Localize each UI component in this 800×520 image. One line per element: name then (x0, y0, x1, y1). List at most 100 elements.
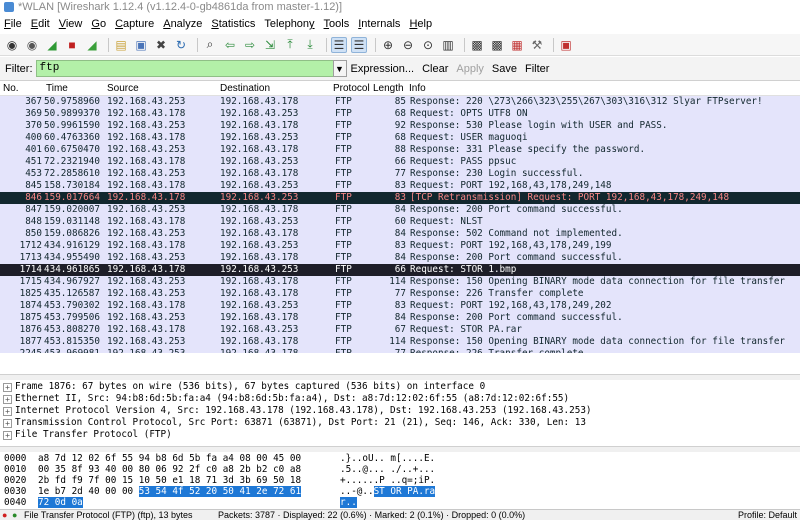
packet-row[interactable]: 845 158.730184 192.168.43.178 192.168.43.25… (0, 180, 800, 192)
menu-item-analyze[interactable]: Analyze (163, 18, 202, 30)
menu-item-internals[interactable]: Internals (358, 18, 400, 30)
status-profile[interactable]: Profile: Default (738, 510, 797, 520)
menu-item-edit[interactable]: Edit (31, 18, 50, 30)
resize-columns-button[interactable]: ▥ (440, 37, 456, 53)
packet-row[interactable]: 847 159.020007 192.168.43.253 192.168.43.17… (0, 204, 800, 216)
display-filters-button[interactable]: ▩ (489, 37, 505, 53)
filter-link-clear[interactable]: Clear (422, 63, 448, 75)
packet-list[interactable]: 367 50.9758960 192.168.43.253 192.168.43.17… (0, 96, 800, 353)
toolbar-separator (464, 37, 465, 52)
packet-row[interactable]: 1874 453.790302 192.168.43.178 192.168.43.2… (0, 300, 800, 312)
detail-tree-row[interactable]: + Internet Protocol Version 4, Src: 192.1… (0, 405, 800, 417)
packet-row[interactable]: 367 50.9758960 192.168.43.253 192.168.43.17… (0, 96, 800, 108)
expert-info-icon[interactable]: ● (2, 510, 7, 520)
packet-row[interactable]: 1825 435.126587 192.168.43.253 192.168.43.1… (0, 288, 800, 300)
packet-row[interactable]: 2245453.969981 192.168.43.253 192.168.43.1… (0, 348, 800, 353)
save-file-button[interactable]: ▣ (133, 37, 149, 53)
packet-cell-dst: 192.168.43.178 (220, 348, 298, 353)
go-to-packet-button[interactable]: ⇲ (262, 37, 278, 53)
start-capture-button[interactable]: ◢ (44, 37, 60, 53)
packet-row[interactable]: 1875 453.799506 192.168.43.253 192.168.43.1… (0, 312, 800, 324)
column-header-time[interactable]: Time (46, 83, 68, 94)
menu-item-statistics[interactable]: Statistics (211, 18, 255, 30)
column-header-length[interactable]: Length (373, 83, 404, 94)
coloring-rules-button[interactable]: ▦ (509, 37, 525, 53)
packet-row[interactable]: 370 50.9961590 192.168.43.253 192.168.43.17… (0, 120, 800, 132)
go-first-button[interactable]: ⤒ (282, 37, 298, 53)
open-file-button[interactable]: ▤ (113, 37, 129, 53)
autoscroll-button[interactable]: ☰ (351, 36, 367, 53)
packet-row[interactable]: 453 72.2858610 192.168.43.253 192.168.43.17… (0, 168, 800, 180)
ascii-bytes: .5..@... ./..+... (340, 464, 436, 475)
filter-link-filter[interactable]: Filter (525, 63, 549, 75)
packet-cell-no: 367 (25, 96, 42, 107)
expand-plus-icon[interactable]: + (3, 383, 12, 392)
zoom-out-button[interactable]: ⊖ (400, 37, 416, 53)
packet-row[interactable]: 1715 434.967927 192.168.43.253 192.168.43.1… (0, 276, 800, 288)
menu-item-help[interactable]: Help (409, 18, 432, 30)
colorize-button[interactable]: ☰ (331, 36, 347, 53)
ascii-bytes: +......P ..q=;iP. (340, 475, 436, 486)
filter-link-expression[interactable]: Expression... (351, 63, 415, 75)
interfaces-button[interactable]: ◉ (4, 37, 20, 53)
capture-comment-icon[interactable]: ● (12, 510, 17, 520)
go-back-button[interactable]: ⇦ (222, 37, 238, 53)
menu-item-tools[interactable]: Tools (324, 18, 350, 30)
packet-row[interactable]: 1877 453.815350 192.168.43.253 192.168.43.1… (0, 336, 800, 348)
capture-filters-button[interactable]: ▩ (469, 37, 485, 53)
close-file-button[interactable]: ✖ (153, 37, 169, 53)
menu-item-capture[interactable]: Capture (115, 18, 154, 30)
packet-row[interactable]: 1713 434.955490 192.168.43.253 192.168.43.1… (0, 252, 800, 264)
help-button[interactable]: ▣ (558, 37, 574, 53)
packet-row[interactable]: 1714 434.961865 192.168.43.178 192.168.43.2… (0, 264, 800, 276)
column-header-protocol[interactable]: Protocol (333, 83, 370, 94)
column-header-info[interactable]: Info (409, 83, 426, 94)
go-forward-button[interactable]: ⇨ (242, 37, 258, 53)
stop-capture-button[interactable]: ■ (64, 37, 80, 53)
options-button[interactable]: ◉ (24, 37, 40, 53)
packet-row[interactable]: 369 50.9899370 192.168.43.178 192.168.43.25… (0, 108, 800, 120)
packet-cell-src: 192.168.43.178 (107, 300, 186, 311)
column-header-destination[interactable]: Destination (220, 83, 270, 94)
packet-row[interactable]: 451 72.2321940 192.168.43.178 192.168.43.25… (0, 156, 800, 168)
packet-row[interactable]: 846 159.017664 192.168.43.178 192.168.43.25… (0, 192, 800, 204)
packet-details-pane[interactable]: + Frame 1876: 67 bytes on wire (536 bits)… (0, 381, 800, 443)
reload-button[interactable]: ↻ (173, 37, 189, 53)
zoom-normal-button[interactable]: ⊙ (420, 37, 436, 53)
ascii-bytes: .}..oU.. m[....E. (340, 453, 436, 464)
detail-tree-row[interactable]: + File Transfer Protocol (FTP) (0, 429, 800, 441)
filter-dropdown-button[interactable]: ▼ (332, 60, 347, 77)
pane-splitter[interactable] (0, 374, 800, 380)
detail-tree-row[interactable]: + Ethernet II, Src: 94:b8:6d:5b:fa:a4 (94… (0, 393, 800, 405)
menu-item-file[interactable]: File (4, 18, 22, 30)
packet-row[interactable]: 1876 453.808270 192.168.43.178 192.168.43.2… (0, 324, 800, 336)
expand-plus-icon[interactable]: + (3, 395, 12, 404)
pane-splitter[interactable] (0, 446, 800, 452)
column-header-source[interactable]: Source (107, 83, 139, 94)
filter-link-save[interactable]: Save (492, 63, 517, 75)
column-header-no[interactable]: No. (3, 83, 19, 94)
packet-row[interactable]: 400 60.4763360 192.168.43.178 192.168.43.25… (0, 132, 800, 144)
packet-row[interactable]: 1712 434.916129 192.168.43.178 192.168.43.2… (0, 240, 800, 252)
packet-row[interactable]: 850 159.086826 192.168.43.253 192.168.43.17… (0, 228, 800, 240)
zoom-in-button[interactable]: ⊕ (380, 37, 396, 53)
expand-plus-icon[interactable]: + (3, 431, 12, 440)
autoscroll-icon: ☰ (353, 37, 365, 52)
expand-plus-icon[interactable]: + (3, 419, 12, 428)
packet-row[interactable]: 401 60.6750470 192.168.43.253 192.168.43.17… (0, 144, 800, 156)
detail-tree-row[interactable]: + Frame 1876: 67 bytes on wire (536 bits)… (0, 381, 800, 393)
preferences-button[interactable]: ⚒ (529, 37, 545, 53)
restart-capture-button[interactable]: ◢ (84, 37, 100, 53)
packet-cell-src: 192.168.43.178 (107, 324, 186, 335)
menu-item-go[interactable]: Go (91, 18, 106, 30)
display-filter-input[interactable]: ftp (35, 60, 334, 77)
menu-item-telephony[interactable]: Telephony (264, 18, 314, 30)
go-last-button[interactable]: ⤓ (302, 37, 318, 53)
find-button[interactable]: ⌕ (202, 37, 218, 53)
packet-row[interactable]: 848 159.031148 192.168.43.178 192.168.43.25… (0, 216, 800, 228)
expand-plus-icon[interactable]: + (3, 407, 12, 416)
detail-tree-row[interactable]: + Transmission Control Protocol, Src Port… (0, 417, 800, 429)
menu-item-view[interactable]: View (59, 18, 83, 30)
hex-bytes: 1e b7 2d 40 00 00 (38, 486, 134, 497)
packet-bytes-pane[interactable]: 0000 a8 7d 12 02 6f 55 94 b8 6d 5b fa a4 … (0, 453, 800, 509)
